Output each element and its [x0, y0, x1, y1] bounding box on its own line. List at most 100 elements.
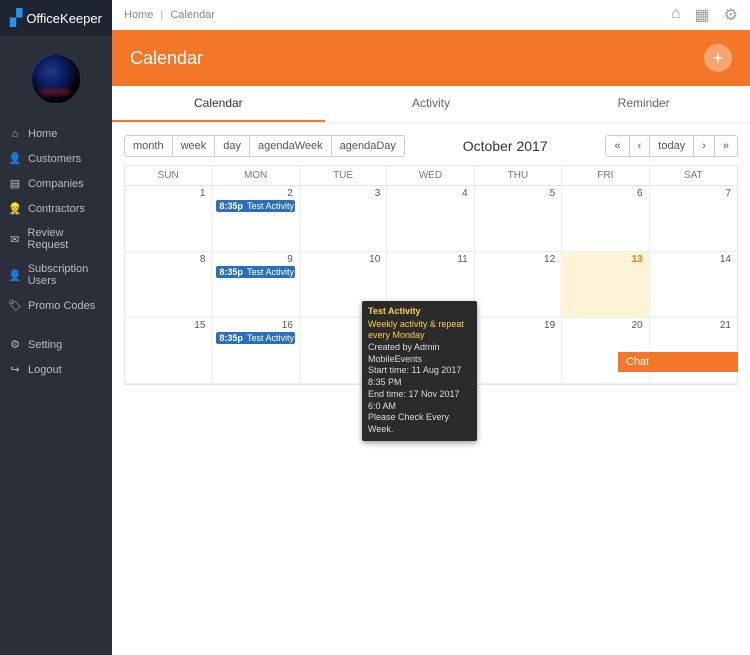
calendar-cell[interactable]: 98:35pTest Activity: [212, 252, 299, 318]
day-number: 10: [369, 254, 380, 265]
sidebar-item-logout[interactable]: ↪Logout: [0, 357, 112, 382]
day-number: 4: [462, 188, 468, 199]
home-icon[interactable]: ⌂: [671, 5, 681, 25]
sidebar-icon: ▤: [8, 177, 22, 190]
tooltip-start: Start time: 11 Aug 2017 8:35 PM: [368, 365, 471, 388]
logo-mark-icon: ▞: [10, 8, 22, 28]
calendar-cell[interactable]: 4: [387, 186, 474, 252]
calendar-cell[interactable]: 21: [650, 318, 737, 384]
nav-today-button[interactable]: today: [650, 135, 694, 157]
tooltip-sub: Weekly activity & repeat every Monday: [368, 319, 471, 342]
gear-icon[interactable]: ⚙: [724, 5, 738, 25]
topbar: Home | Calendar ⌂ ▦ ⚙: [112, 0, 750, 30]
content: monthweekdayagendaWeekagendaDay October …: [112, 123, 750, 385]
sidebar-item-contractors[interactable]: 👷Contractors: [0, 196, 112, 221]
sidebar-item-customers[interactable]: 👤Customers: [0, 146, 112, 171]
event-title: Test Activity: [247, 201, 294, 211]
calendar-cell[interactable]: 3: [300, 186, 387, 252]
calendar-cell[interactable]: 168:35pTest Activity: [212, 318, 299, 384]
main: Home | Calendar ⌂ ▦ ⚙ Calendar + Calenda…: [112, 0, 750, 655]
day-number: 21: [720, 320, 731, 331]
page-header: Calendar +: [112, 30, 750, 86]
event-title: Test Activity: [247, 333, 294, 343]
calendar-toolbar: monthweekdayagendaWeekagendaDay October …: [124, 135, 738, 157]
tooltip-note: Please Check Every Week.: [368, 412, 471, 435]
tab-activity[interactable]: Activity: [325, 86, 538, 122]
dayname: WED: [387, 166, 474, 186]
dayname: TUE: [300, 166, 387, 186]
sidebar-icon: ⌂: [8, 128, 22, 140]
sidebar-item-review-request[interactable]: ✉Review Request: [0, 221, 112, 257]
sidebar-item-label: Companies: [28, 178, 84, 190]
sidebar-item-home[interactable]: ⌂Home: [0, 122, 112, 146]
calendar-cell[interactable]: 1: [125, 186, 212, 252]
calendar-event[interactable]: 8:35p Test Activity: [216, 200, 294, 212]
sidebar-item-setting[interactable]: ⚙ Setting: [0, 332, 112, 357]
sidebar-item-label: Customers: [28, 153, 81, 165]
calendar-cell[interactable]: 19: [475, 318, 562, 384]
sidebar-item-promo-codes[interactable]: 🏷Promo Codes: [0, 293, 112, 318]
chat-widget[interactable]: Chat: [618, 352, 738, 372]
day-number: 3: [375, 188, 381, 199]
view-month-button[interactable]: month: [124, 135, 173, 157]
day-number: 8: [200, 254, 206, 265]
dayname: MON: [212, 166, 299, 186]
sidebar-item-companies[interactable]: ▤ Companies: [0, 171, 112, 196]
nav-first-button[interactable]: «: [605, 135, 629, 157]
tab-calendar[interactable]: Calendar: [112, 86, 325, 122]
event-time: 8:35p: [219, 201, 243, 211]
day-number: 5: [550, 188, 556, 199]
calendar-cell[interactable]: 13: [562, 252, 649, 318]
calendar-cell[interactable]: 20: [562, 318, 649, 384]
calendar-cell[interactable]: 8: [125, 252, 212, 318]
sidebar-item-label: Subscription Users: [28, 263, 104, 287]
event-time: 8:35p: [219, 267, 243, 277]
view-week-button[interactable]: week: [173, 135, 216, 157]
dayname: SAT: [650, 166, 737, 186]
sidebar: ▞ OfficeKeeper ⌂Home👤Customers ▤ Companies…: [0, 0, 112, 655]
sidebar-icon: 🏷: [8, 299, 22, 312]
calendar-cell[interactable]: 15: [125, 318, 212, 384]
calendar-cell[interactable]: 7: [650, 186, 737, 252]
view-buttons: monthweekdayagendaWeekagendaDay: [124, 135, 405, 157]
nav-last-button[interactable]: »: [715, 135, 738, 157]
calendar-cell[interactable]: 12: [475, 252, 562, 318]
calendar-icon[interactable]: ▦: [695, 5, 710, 25]
view-agendaWeek-button[interactable]: agendaWeek: [250, 135, 332, 157]
calendar-nav: « ‹ today › »: [605, 135, 738, 157]
event-time: 8:35p: [219, 333, 243, 343]
calendar-cell[interactable]: 5: [475, 186, 562, 252]
nav-next-button[interactable]: ›: [694, 135, 715, 157]
nav-prev-button[interactable]: ‹: [630, 135, 651, 157]
calendar-cell[interactable]: 14: [650, 252, 737, 318]
view-agendaDay-button[interactable]: agendaDay: [332, 135, 405, 157]
tooltip-created: Created by Admin MobileEvents: [368, 342, 471, 365]
calendar-event[interactable]: 8:35p Test Activity: [216, 332, 294, 344]
day-number: 7: [725, 188, 731, 199]
tooltip-title: Test Activity: [368, 306, 471, 318]
dayname: THU: [475, 166, 562, 186]
calendar-cell[interactable]: 6: [562, 186, 649, 252]
day-number: 1: [200, 188, 206, 199]
tab-reminder[interactable]: Reminder: [537, 86, 750, 122]
breadcrumb-home[interactable]: Home: [124, 9, 153, 21]
day-number: 6: [637, 188, 643, 199]
calendar-title: October 2017: [405, 138, 606, 154]
day-number: 19: [544, 320, 555, 331]
calendar-cell[interactable]: 28:35pTest Activity: [212, 186, 299, 252]
breadcrumb-sep: |: [160, 9, 163, 21]
sidebar-item-subscription-users[interactable]: 👤Subscription Users: [0, 257, 112, 293]
calendar-event[interactable]: 8:35pTest Activity: [216, 266, 294, 278]
breadcrumb-current: Calendar: [170, 9, 215, 21]
add-button[interactable]: +: [704, 44, 732, 72]
avatar[interactable]: [31, 54, 81, 104]
event-tooltip: Test Activity Weekly activity & repeat e…: [362, 301, 477, 441]
tabs: CalendarActivityReminder: [112, 86, 750, 123]
brand-name: OfficeKeeper: [26, 11, 102, 26]
sidebar-item-label: Setting: [28, 339, 62, 351]
brand-logo[interactable]: ▞ OfficeKeeper: [0, 0, 112, 36]
sidebar-icon: ⚙: [8, 338, 22, 351]
view-day-button[interactable]: day: [215, 135, 250, 157]
dayname: FRI: [562, 166, 649, 186]
top-icons: ⌂ ▦ ⚙: [671, 5, 738, 25]
